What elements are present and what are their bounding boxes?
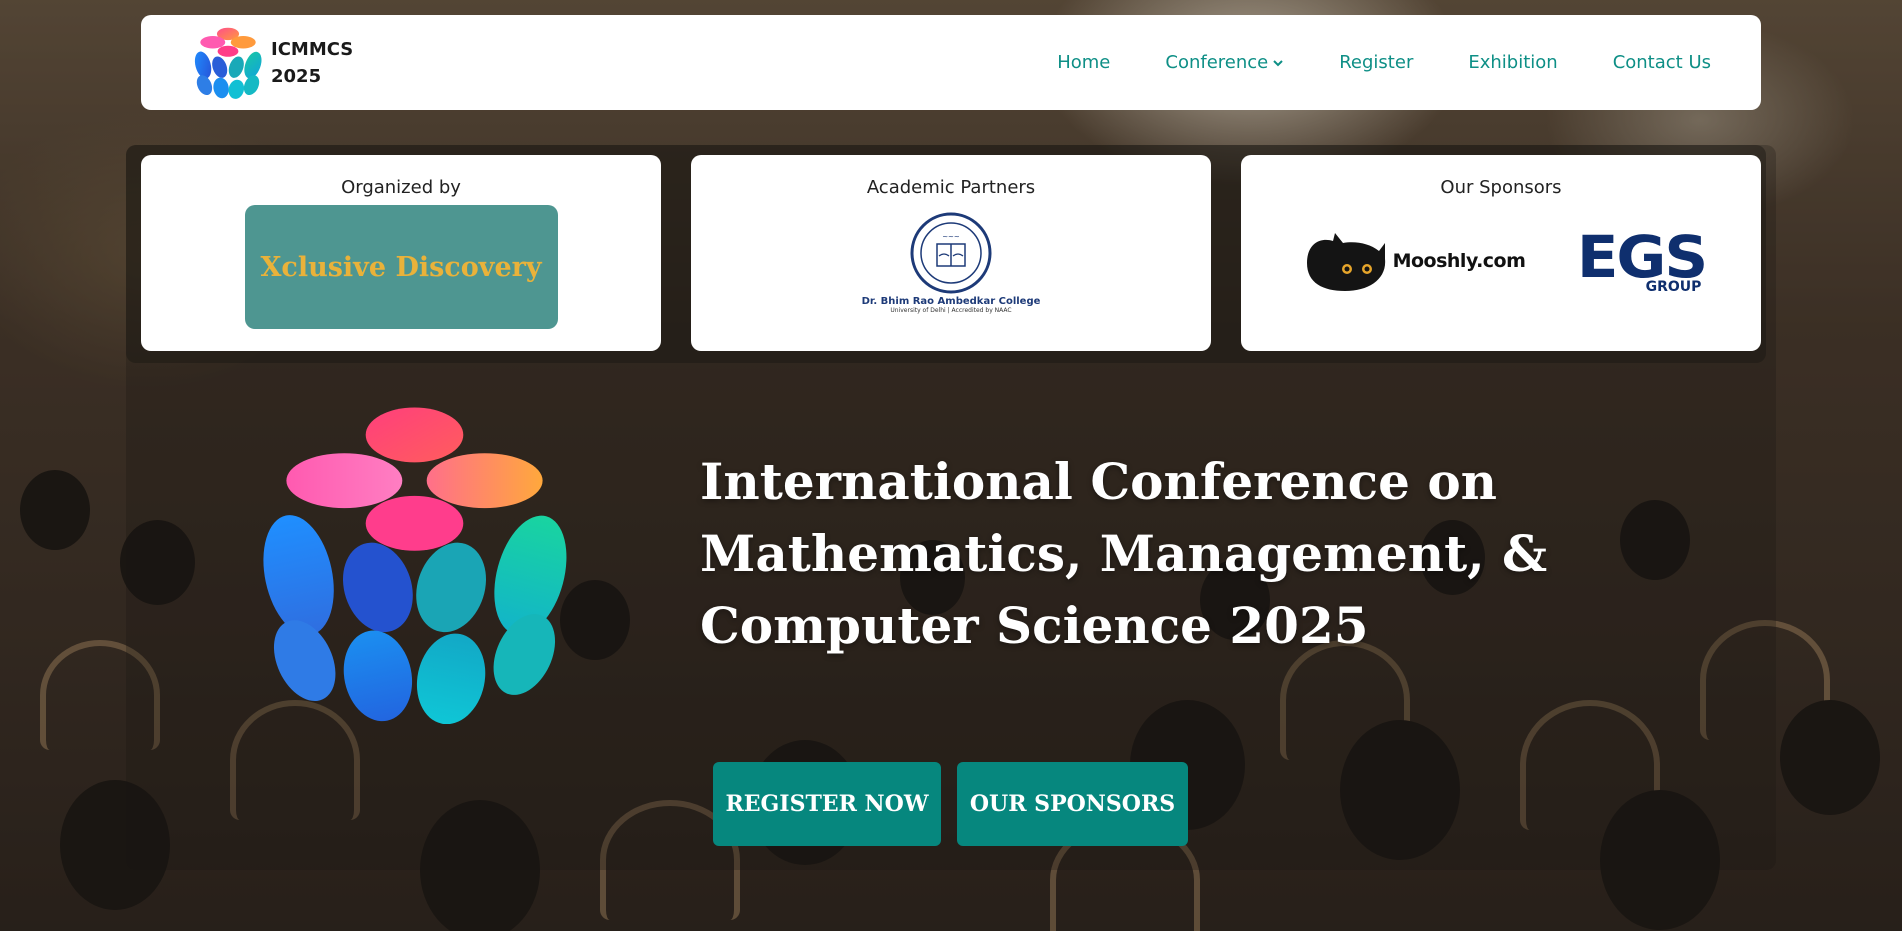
- mooshly-cat-icon: [1306, 233, 1385, 291]
- academic-partner-card: Academic Partners ~~~ Dr. Bhim Rao Ambed…: [691, 155, 1211, 351]
- top-navbar: ICMMCS 2025 Home Conference Register Exh…: [141, 15, 1761, 110]
- college-subtitle: University of Delhi | Accredited by NAAC: [890, 307, 1012, 314]
- sponsor-mooshly-name: Mooshly.com: [1392, 250, 1526, 272]
- sponsor-mooshly[interactable]: Mooshly.com: [1299, 229, 1526, 293]
- conference-logo: [194, 27, 262, 99]
- partner-cards: Organized by Xclusive Discovery Academic…: [141, 155, 1761, 351]
- hero-conference-logo: [263, 407, 567, 724]
- sponsor-egs[interactable]: EGS GROUP: [1577, 223, 1708, 294]
- nav-conference-label: Conference: [1165, 52, 1269, 73]
- nav-conference[interactable]: Conference: [1165, 52, 1284, 73]
- svg-text:~~~: ~~~: [942, 233, 960, 241]
- academic-card-title: Academic Partners: [866, 177, 1036, 198]
- brand-line-2: 2025: [271, 65, 322, 87]
- nav-home[interactable]: Home: [1057, 52, 1110, 73]
- brand[interactable]: ICMMCS 2025: [193, 27, 353, 99]
- college-logo[interactable]: ~~~ Dr. Bhim Rao Ambedkar College Univer…: [861, 212, 1041, 314]
- sponsors-card: Our Sponsors Mooshly.com EGS GROUP: [1241, 155, 1761, 351]
- college-name: Dr. Bhim Rao Ambedkar College: [861, 296, 1041, 307]
- register-now-button[interactable]: REGISTER NOW: [713, 762, 941, 846]
- college-emblem: ~~~: [910, 212, 992, 294]
- main-nav: Home Conference Register Exhibition Cont…: [1057, 52, 1711, 73]
- brand-line-1: ICMMCS: [271, 38, 354, 60]
- nav-exhibition[interactable]: Exhibition: [1468, 52, 1557, 73]
- sponsor-logos: Mooshly.com EGS GROUP: [1299, 223, 1709, 294]
- nav-register-label: Register: [1339, 52, 1414, 73]
- sponsor-egs-name: EGS: [1577, 223, 1708, 291]
- nav-home-label: Home: [1057, 52, 1111, 73]
- sponsors-card-title: Our Sponsors: [1440, 177, 1562, 198]
- organizer-name: Xclusive Discovery: [260, 251, 542, 283]
- chevron-down-icon: [1273, 59, 1283, 66]
- nav-exhibition-label: Exhibition: [1468, 52, 1558, 73]
- nav-contact-label: Contact Us: [1612, 52, 1711, 73]
- hero-title: International Conference on Mathematics,…: [700, 452, 1548, 655]
- organizer-card: Organized by Xclusive Discovery: [141, 155, 661, 351]
- organizer-logo[interactable]: Xclusive Discovery: [244, 205, 558, 329]
- our-sponsors-button[interactable]: OUR SPONSORS: [957, 762, 1188, 846]
- nav-contact[interactable]: Contact Us: [1613, 52, 1711, 73]
- nav-register[interactable]: Register: [1339, 52, 1413, 73]
- organizer-card-title: Organized by: [341, 177, 461, 198]
- brand-name: ICMMCS 2025: [271, 36, 353, 90]
